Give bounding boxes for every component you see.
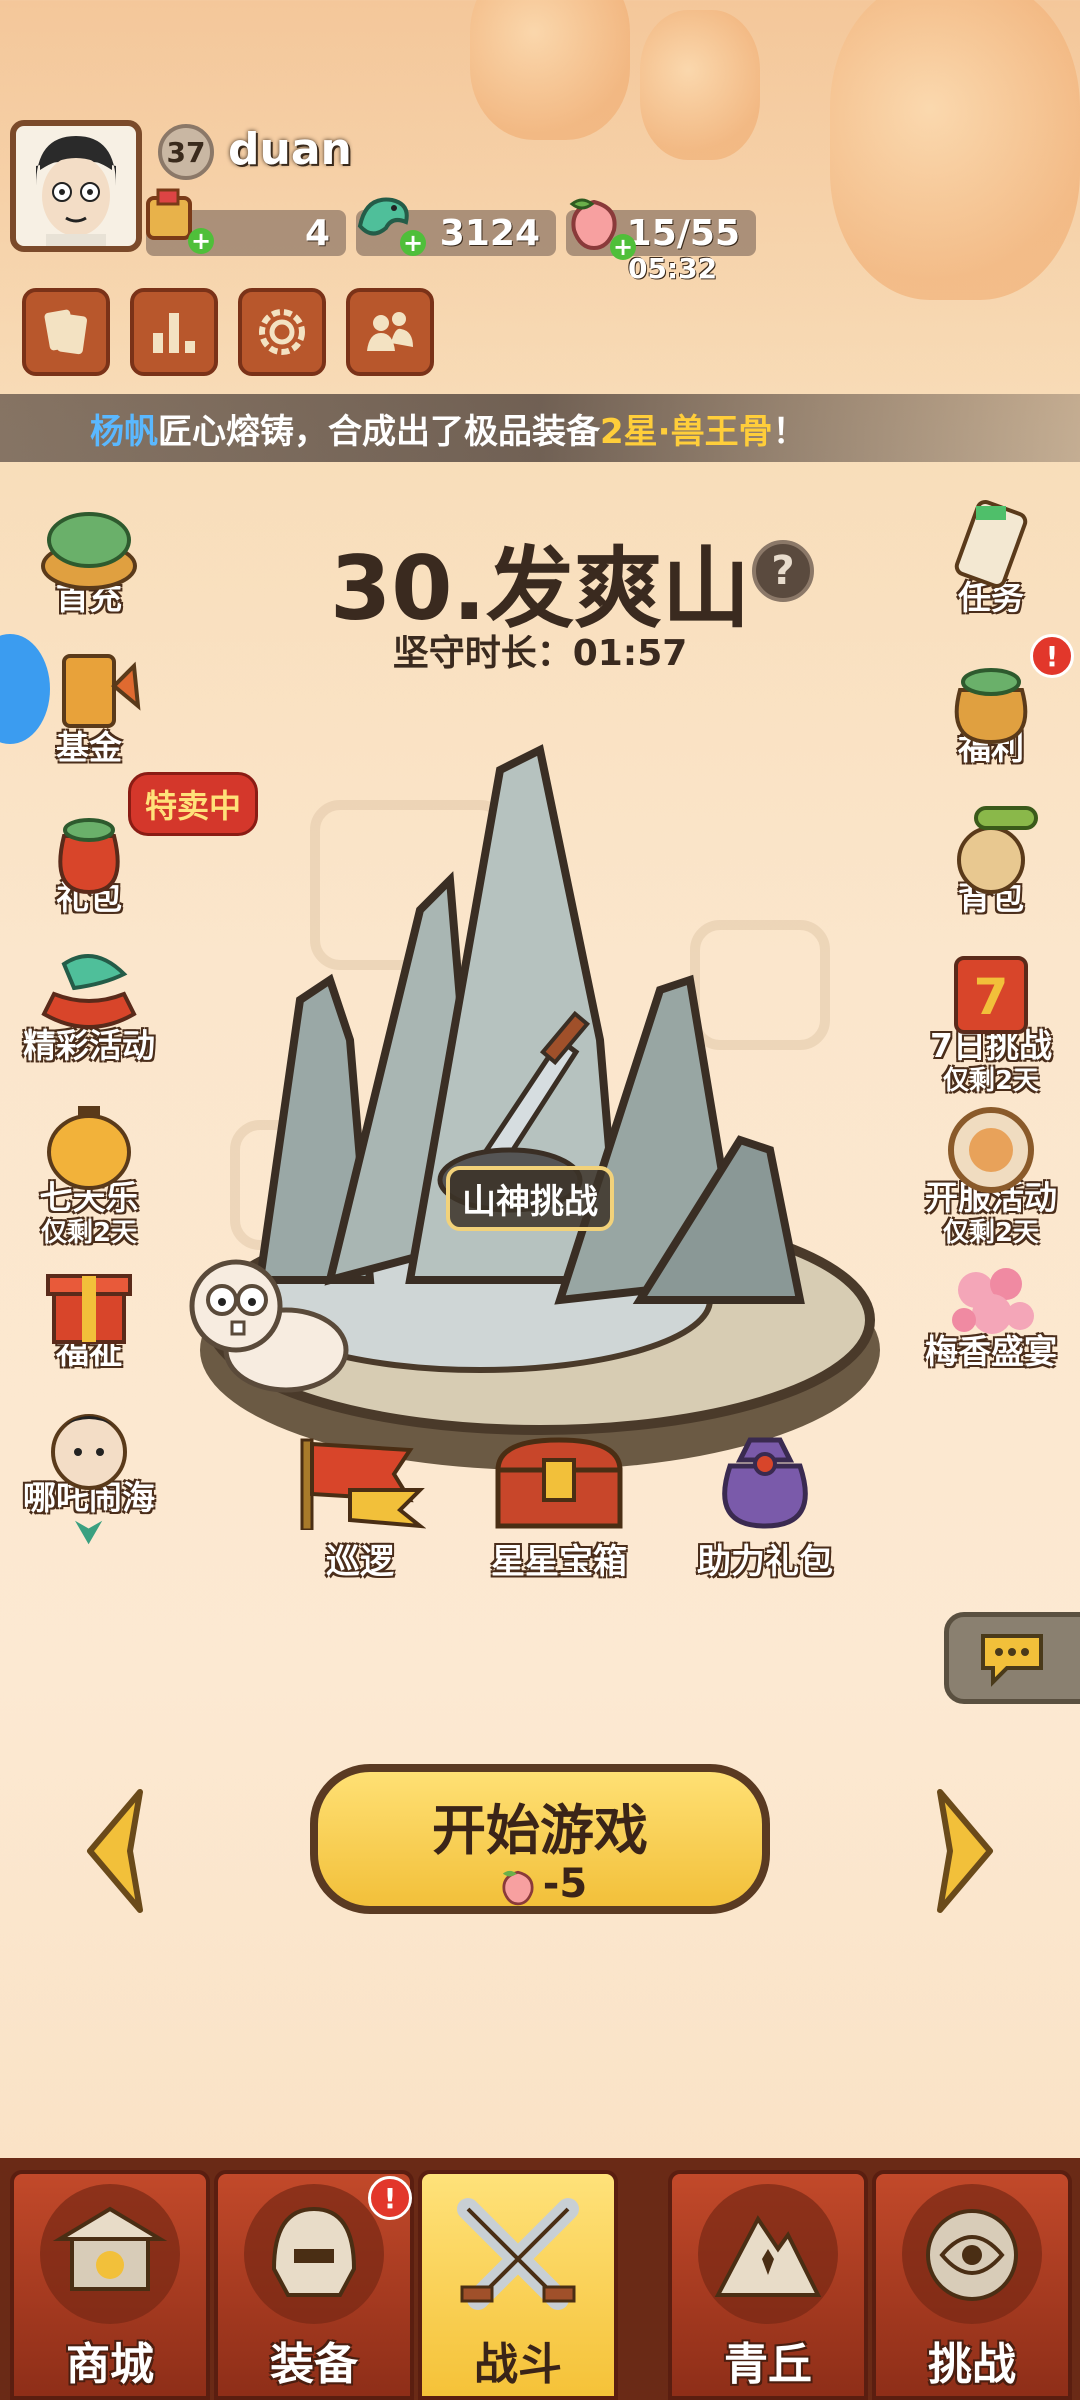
monkey-mascot-icon[interactable] — [176, 1250, 366, 1400]
helmet-icon — [271, 2206, 357, 2297]
seven-day-challenge-button[interactable]: 7 7日挑战 仅剩2天 — [916, 944, 1066, 1096]
fund-book-icon — [62, 654, 141, 728]
lantern-icon — [47, 1106, 131, 1190]
tab-qingqiu-label: 青丘 — [724, 2339, 812, 2390]
bag-button[interactable]: 背包 — [916, 796, 1066, 918]
start-game-cost: -5 — [318, 1861, 762, 1908]
cards-icon — [44, 309, 88, 355]
player-level-badge: 37 — [158, 124, 214, 180]
chat-bubble-icon — [981, 1634, 1043, 1687]
settings-button[interactable] — [238, 288, 326, 376]
assist-pack-label: 助力礼包 — [697, 1542, 833, 1582]
avatar-portrait-icon — [36, 136, 116, 246]
tasks-button[interactable]: 任务 — [916, 496, 1066, 618]
dragon-boat-icon — [41, 954, 137, 1029]
announcement-item: 2星·兽王骨 — [600, 411, 773, 452]
plum-feast-button[interactable]: 梅香盛宴 — [916, 1250, 1066, 1372]
tab-battle[interactable]: 战斗 — [418, 2170, 618, 2400]
friends-button[interactable] — [346, 288, 434, 376]
plum-blossom-icon — [952, 1268, 1034, 1334]
chat-button[interactable] — [944, 1612, 1080, 1704]
seven-day-challenge-remaining: 仅剩2天 — [942, 1066, 1040, 1096]
tab-equipment-label: 装备 — [270, 2339, 358, 2390]
gourd-bag-icon — [957, 806, 1038, 894]
gear-icon — [259, 309, 305, 355]
guard-duration-value: 01:57 — [572, 633, 688, 674]
gift-box-icon — [46, 1274, 132, 1344]
jade-dragon-icon: + — [352, 186, 426, 257]
challenge-orb-icon — [926, 2209, 1018, 2301]
ranking-button[interactable] — [130, 288, 218, 376]
seven-days-remaining: 仅剩2天 — [40, 1218, 138, 1248]
help-icon[interactable]: ? — [752, 540, 814, 602]
tab-shop[interactable]: 商城 — [10, 2170, 210, 2400]
svg-text:7: 7 — [974, 968, 1009, 1026]
cards-button[interactable] — [22, 288, 110, 376]
announcement-player: 杨帆 — [90, 411, 158, 452]
patrol-button[interactable]: 巡逻 — [290, 1430, 430, 1583]
announcement-text-2: ！ — [772, 411, 807, 452]
add-jade-icon[interactable]: + — [400, 229, 426, 257]
server-medal-icon — [948, 1107, 1034, 1193]
ranking-bars-icon — [153, 313, 195, 353]
events-button[interactable]: 精彩活动 — [14, 944, 164, 1066]
benefits-alert-icon: ! — [1030, 634, 1074, 678]
start-game-cost-value: -5 — [542, 1861, 588, 1907]
stamina-resource[interactable]: 15/55 + 05:32 — [566, 184, 756, 285]
jade-resource[interactable]: 3124 + — [356, 184, 556, 257]
scroll-resource[interactable]: 4 + — [146, 184, 346, 256]
assist-pack-button[interactable]: 助力礼包 — [680, 1430, 850, 1583]
mountain-scene-image — [200, 744, 880, 1470]
benefits-button[interactable]: 福利 ! — [916, 634, 1074, 768]
player-avatar[interactable] — [10, 120, 142, 252]
add-scroll-icon[interactable]: + — [188, 227, 214, 255]
next-stage-arrow-icon[interactable] — [930, 1786, 1000, 1916]
server-event-remaining: 仅剩2天 — [942, 1218, 1040, 1248]
friends-icon — [367, 312, 413, 351]
announcement-marquee: 杨帆 匠心熔铸，合成出了极品装备 2星·兽王骨 ！ — [0, 394, 1080, 462]
star-chest-button[interactable]: 星星宝箱 — [474, 1430, 644, 1583]
announcement-text-1: 匠心熔铸，合成出了极品装备 — [158, 411, 600, 452]
tab-challenge[interactable]: 挑战 — [872, 2170, 1072, 2400]
coin-bag-icon — [954, 668, 1028, 745]
tab-battle-label: 战斗 — [474, 2339, 562, 2390]
tab-equipment[interactable]: 装备 ! — [214, 2170, 414, 2400]
start-game-label: 开始游戏 — [432, 1799, 648, 1862]
patrol-flag-icon — [300, 1438, 427, 1532]
shop-pavilion-icon — [52, 2206, 168, 2291]
on-sale-badge: 特卖中 — [128, 772, 259, 836]
gift-bag-icon — [722, 1437, 808, 1529]
seven-days-button[interactable]: 七天乐 仅剩2天 — [14, 1096, 164, 1248]
tab-challenge-label: 挑战 — [928, 2339, 1016, 2390]
qingqiu-mountain-icon — [714, 2215, 822, 2297]
peach-icon: + — [562, 190, 636, 261]
tab-qingqiu[interactable]: 青丘 — [668, 2170, 868, 2400]
first-charge-button[interactable]: 首充 — [14, 496, 164, 618]
peach-cost-icon — [493, 1864, 543, 1908]
scroll-task-icon — [954, 499, 1028, 589]
treasure-chest-icon — [495, 1437, 623, 1529]
previous-stage-arrow-icon[interactable] — [80, 1786, 150, 1916]
start-game-button[interactable]: 开始游戏 -5 — [310, 1764, 770, 1914]
star-chest-label: 星星宝箱 — [491, 1542, 627, 1582]
crossed-swords-icon — [457, 2198, 579, 2310]
patrol-label: 巡逻 — [326, 1542, 394, 1582]
stamina-timer: 05:32 — [628, 252, 718, 285]
equipment-alert-icon: ! — [368, 2176, 412, 2220]
welfare-button[interactable]: 福祉 — [14, 1250, 164, 1372]
player-name: duan — [228, 124, 352, 175]
scroll-icon: + — [140, 184, 214, 255]
treasure-bowl-icon — [41, 512, 137, 590]
nezha-event-button[interactable]: 哪吒闹海 ⮟ — [14, 1396, 164, 1550]
calendar-scroll-icon: 7 — [954, 956, 1028, 1034]
server-event-button[interactable]: 开服活动 仅剩2天 — [916, 1096, 1066, 1248]
fund-button[interactable]: 基金 — [14, 646, 164, 768]
nezha-character-icon — [51, 1414, 127, 1490]
tab-shop-label: 商城 — [66, 2339, 154, 2390]
mountain-god-challenge-label[interactable]: 山神挑战 — [446, 1166, 614, 1231]
guard-duration-label: 坚守时长： — [392, 633, 573, 674]
expand-chevron-icon[interactable]: ⮟ — [69, 1516, 109, 1550]
